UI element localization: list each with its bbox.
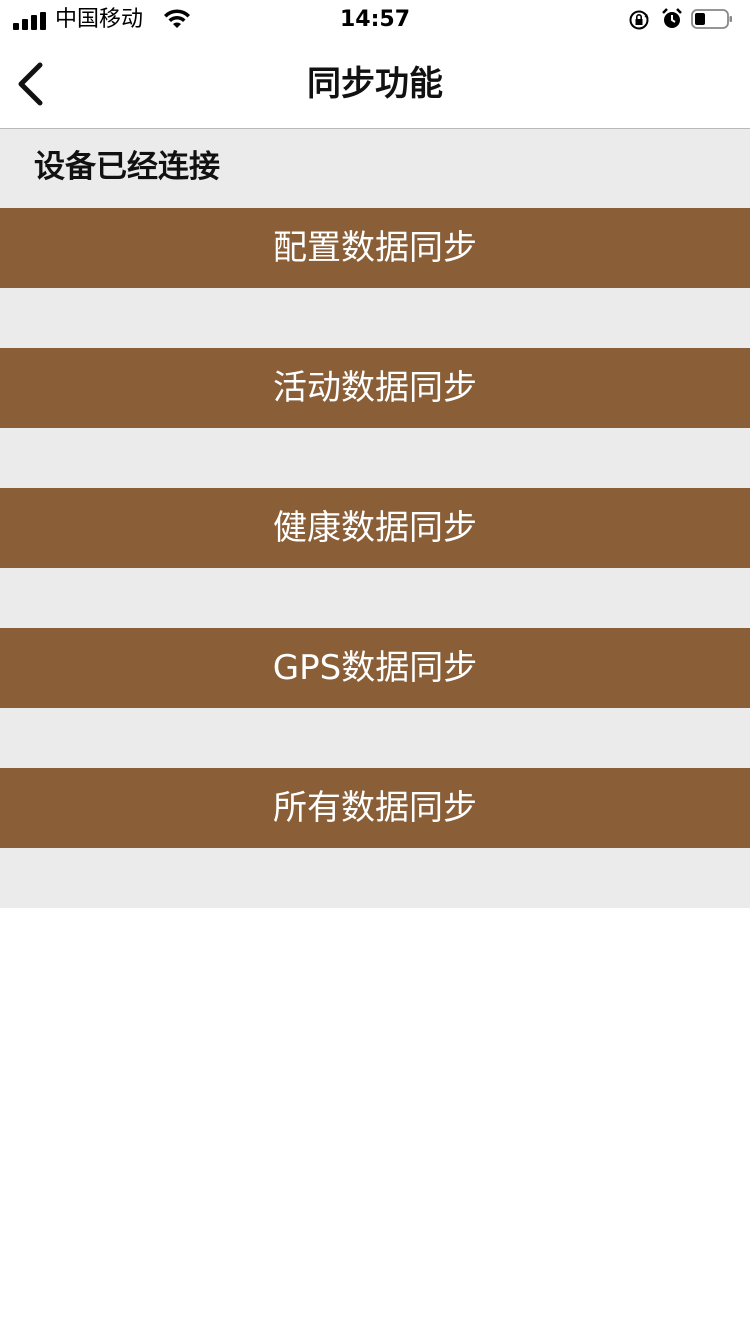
sync-content: 设备已经连接 配置数据同步 活动数据同步 健康数据同步 GPS数据同步 所有数据… (0, 129, 750, 908)
battery-icon (691, 9, 732, 29)
health-data-sync-button[interactable]: 健康数据同步 (0, 488, 750, 568)
status-bar: 中国移动 14:57 (0, 0, 750, 40)
gps-data-sync-button[interactable]: GPS数据同步 (0, 628, 750, 708)
config-data-sync-button[interactable]: 配置数据同步 (0, 208, 750, 288)
orientation-lock-icon (629, 10, 649, 30)
activity-data-sync-button[interactable]: 活动数据同步 (0, 348, 750, 428)
sync-screen: 中国移动 14:57 同步功能 设备已经连接 配置数据同步 活动数据同步 健康数… (0, 0, 750, 1334)
connection-status-label: 设备已经连接 (34, 149, 220, 185)
navigation-bar: 同步功能 (0, 40, 750, 129)
page-title: 同步功能 (307, 64, 443, 104)
alarm-icon (662, 8, 682, 28)
all-data-sync-button[interactable]: 所有数据同步 (0, 768, 750, 848)
